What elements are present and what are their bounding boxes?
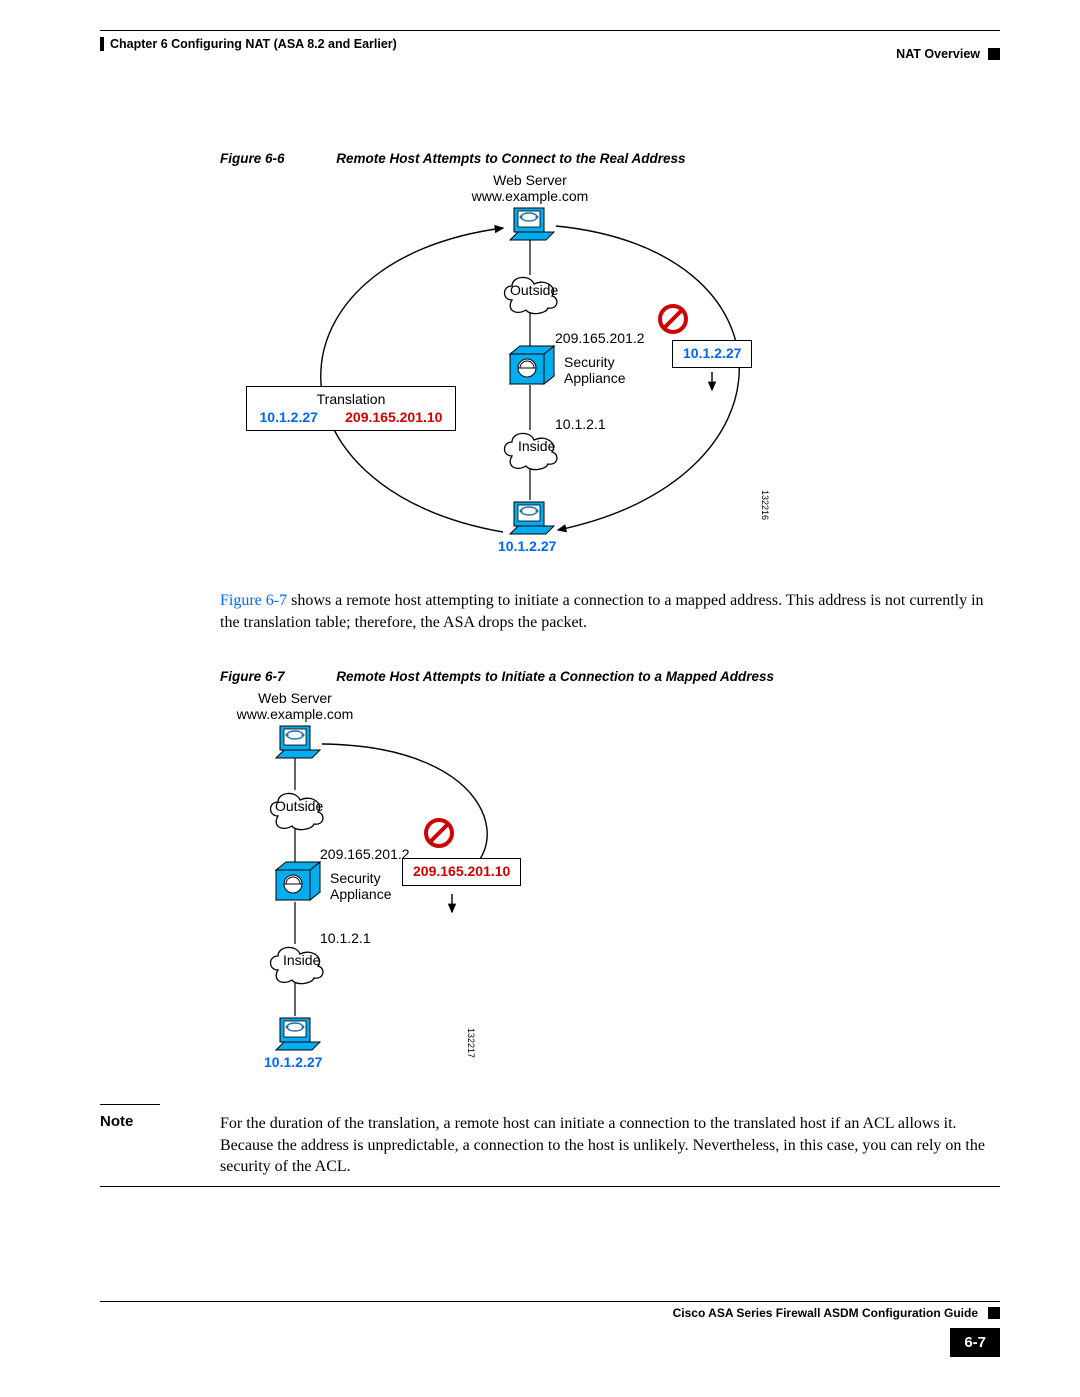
figure-6-7-title: Remote Host Attempts to Initiate a Conne… [336,669,774,684]
footer-guide-title: Cisco ASA Series Firewall ASDM Configura… [673,1306,978,1320]
fig7-asa-inside-ip-label: 10.1.2.1 [320,930,371,946]
page-number: 6-7 [950,1328,1000,1357]
note-block: Note For the duration of the translation… [100,1113,1000,1178]
asa-inside-ip-label: 10.1.2.1 [555,416,606,432]
note-top-rule [100,1104,160,1105]
note-body: For the duration of the translation, a r… [220,1113,1000,1178]
web-server-label: Web Server www.example.com [470,172,590,204]
inside-cloud-label: Inside [518,438,555,454]
figure-6-7-diagram: Web Server www.example.com Outside 209.1… [220,698,1000,1078]
fig7-inside-cloud-label: Inside [283,952,320,968]
chapter-title: Chapter 6 Configuring NAT (ASA 8.2 and E… [100,37,397,51]
footer-marker-icon [988,1307,1000,1319]
fig7-packet-box: 209.165.201.10 [402,858,521,886]
figure-6-7-code: 132217 [466,1028,476,1058]
outside-cloud-label: Outside [510,282,558,298]
figure-6-7-number: Figure 6-7 [220,669,285,684]
fig7-web-server-label: Web Server www.example.com [235,690,355,722]
figure-6-6-diagram: Web Server www.example.com Outside 209.1… [220,180,1000,570]
fig7-security-appliance-label: SecurityAppliance [330,870,392,902]
figure-6-6-caption: Figure 6-6 Remote Host Attempts to Conne… [220,151,1000,166]
section-title: NAT Overview [896,47,980,61]
fig7-asa-outside-ip-label: 209.165.201.2 [320,846,410,862]
translation-box: Translation 10.1.2.27 209.165.201.10 [246,386,456,431]
security-appliance-label: SecurityAppliance [564,354,626,386]
figure-6-6-number: Figure 6-6 [220,151,285,166]
packet-box: 10.1.2.27 [672,340,752,368]
section-title-block: NAT Overview [896,37,1000,61]
figure-6-7-xref[interactable]: Figure 6-7 [220,592,287,609]
note-bottom-rule [100,1186,1000,1187]
note-label: Note [100,1113,220,1178]
fig7-outside-cloud-label: Outside [275,798,323,814]
figure-6-7-caption: Figure 6-7 Remote Host Attempts to Initi… [220,669,1000,684]
body-paragraph-1: Figure 6-7 shows a remote host attemptin… [220,590,1000,633]
fig7-inside-host-ip-label: 10.1.2.27 [264,1054,322,1070]
figure-6-6-code: 132216 [760,490,770,520]
page-footer: Cisco ASA Series Firewall ASDM Configura… [100,1301,1000,1357]
page-header: Chapter 6 Configuring NAT (ASA 8.2 and E… [100,30,1000,61]
asa-outside-ip-label: 209.165.201.2 [555,330,645,346]
figure-6-6-title: Remote Host Attempts to Connect to the R… [336,151,685,166]
inside-host-ip-label: 10.1.2.27 [498,538,556,554]
header-marker-icon [988,48,1000,60]
